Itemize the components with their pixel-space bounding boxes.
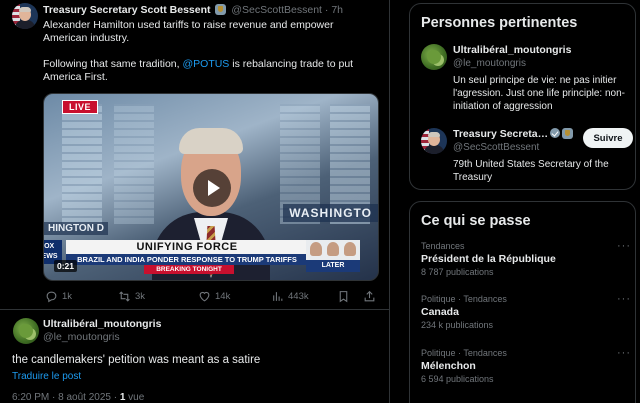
- government-badge-icon: [562, 128, 574, 139]
- more-icon[interactable]: ···: [617, 240, 631, 252]
- trend-name: Canada: [421, 306, 459, 318]
- follow-button[interactable]: Suivre: [583, 128, 633, 148]
- trend-name: Président de la République: [421, 253, 556, 265]
- reply-author-name[interactable]: Ultralibéral_moutongris: [43, 318, 161, 330]
- author-avatar[interactable]: [12, 3, 38, 29]
- video-background-sign: WASHINGTO: [283, 204, 378, 222]
- reply-timestamp[interactable]: 6:20 PM · 8 août 2025 ·: [12, 392, 120, 403]
- relevant-people-card: Personnes pertinentes Ultralibéral_mouto…: [409, 3, 636, 190]
- repost-icon: [119, 290, 130, 302]
- reply-author-handle[interactable]: @le_moutongris: [43, 331, 373, 344]
- play-icon[interactable]: [193, 169, 231, 207]
- whats-happening-title: Ce qui se passe: [421, 213, 531, 229]
- trend-count: 234 k publications: [421, 320, 494, 330]
- reply-author-avatar[interactable]: [13, 318, 39, 344]
- reply-text: the candlemakers' petition was meant as …: [12, 354, 261, 366]
- trend-count: 6 594 publications: [421, 374, 494, 384]
- verified-icon: [550, 128, 561, 138]
- like-count: 14k: [215, 290, 231, 302]
- video-player[interactable]: HINGTON D WASHINGTO LIVE FOX NEWS UNIFYI…: [43, 93, 379, 281]
- panel-faces: [308, 242, 358, 258]
- live-badge: LIVE: [62, 100, 99, 114]
- trend-count: 8 787 publications: [421, 267, 494, 277]
- author-handle[interactable]: @SecScottBessent: [231, 4, 322, 16]
- tweet-actions: 1k 3k 14k 443k: [43, 289, 379, 303]
- views-button[interactable]: 443k: [271, 289, 309, 303]
- trend-name: Mélenchon: [421, 360, 476, 372]
- translate-link[interactable]: Traduire le post: [12, 371, 81, 382]
- share-icon: [364, 290, 375, 301]
- tweet-text-paragraph-2: Following that same tradition, @POTUS is…: [43, 58, 354, 83]
- tweet-text-paragraph-1: Alexander Hamilton used tariffs to raise…: [43, 19, 334, 44]
- repost-count: 3k: [135, 290, 146, 302]
- person-name[interactable]: Treasury Secreta…: [453, 128, 548, 140]
- repost-button[interactable]: 3k: [118, 289, 145, 303]
- breaking-label: BREAKING TONIGHT: [144, 265, 234, 274]
- like-button[interactable]: 14k: [198, 289, 230, 303]
- reply-views-label: vue: [125, 392, 145, 403]
- video-headline: UNIFYING FORCE: [66, 240, 308, 254]
- tweet-header: Treasury Secretary Scott Bessent @SecSco…: [43, 4, 373, 17]
- person-bio: 79th United States Secretary of the Trea…: [453, 159, 609, 183]
- tweet-text: Alexander Hamilton used tariffs to raise…: [43, 19, 377, 84]
- trend-context: Politique · Tendances: [421, 294, 507, 304]
- bookmark-button[interactable]: [337, 289, 350, 303]
- trend-context: Tendances: [421, 241, 465, 251]
- trend-context: Politique · Tendances: [421, 348, 507, 358]
- divider: [0, 309, 389, 310]
- person-handle[interactable]: @le_moutongris: [453, 57, 631, 70]
- reply-button[interactable]: 1k: [45, 289, 72, 303]
- more-icon[interactable]: ···: [617, 347, 631, 359]
- bookmark-icon: [339, 290, 348, 302]
- reply-metadata: 6:20 PM · 8 août 2025 · 1 vue: [12, 392, 144, 403]
- author-name[interactable]: Treasury Secretary Scott Bessent: [43, 4, 211, 16]
- views-icon: [273, 291, 283, 301]
- share-button[interactable]: [363, 289, 376, 303]
- reply-header: Ultralibéral_moutongris @le_moutongris: [43, 318, 373, 344]
- person-avatar[interactable]: [421, 44, 447, 70]
- trend-item[interactable]: Politique · Tendances Canada 234 k publi…: [421, 293, 631, 331]
- whats-happening-card: Ce qui se passe Tendances Président de l…: [409, 201, 636, 403]
- video-subheadline: BRAZIL AND INDIA PONDER RESPONSE TO TRUM…: [66, 254, 308, 265]
- person-name[interactable]: Ultralibéral_moutongris: [453, 44, 631, 57]
- government-badge-icon: [215, 4, 227, 15]
- timeline-column: Treasury Secretary Scott Bessent @SecSco…: [0, 0, 390, 403]
- trend-item[interactable]: Politique · Tendances Mélenchon 6 594 pu…: [421, 347, 631, 385]
- tweet-time[interactable]: · 7h: [325, 4, 343, 16]
- more-icon[interactable]: ···: [617, 293, 631, 305]
- panel-label: LATER: [306, 260, 360, 272]
- person-avatar[interactable]: [421, 128, 447, 154]
- video-elapsed-time: 0:21: [54, 260, 78, 272]
- mention-link[interactable]: @POTUS: [182, 58, 229, 70]
- reply-count: 1k: [62, 290, 73, 302]
- views-count: 443k: [288, 290, 309, 302]
- heart-icon: [199, 291, 210, 301]
- relevant-people-title: Personnes pertinentes: [421, 15, 578, 31]
- trend-item[interactable]: Tendances Président de la République 8 7…: [421, 240, 631, 278]
- person-bio: Un seul principe de vie: ne pas initier …: [453, 75, 626, 112]
- video-background-sign-left: HINGTON D: [44, 222, 108, 235]
- reply-icon: [46, 291, 57, 302]
